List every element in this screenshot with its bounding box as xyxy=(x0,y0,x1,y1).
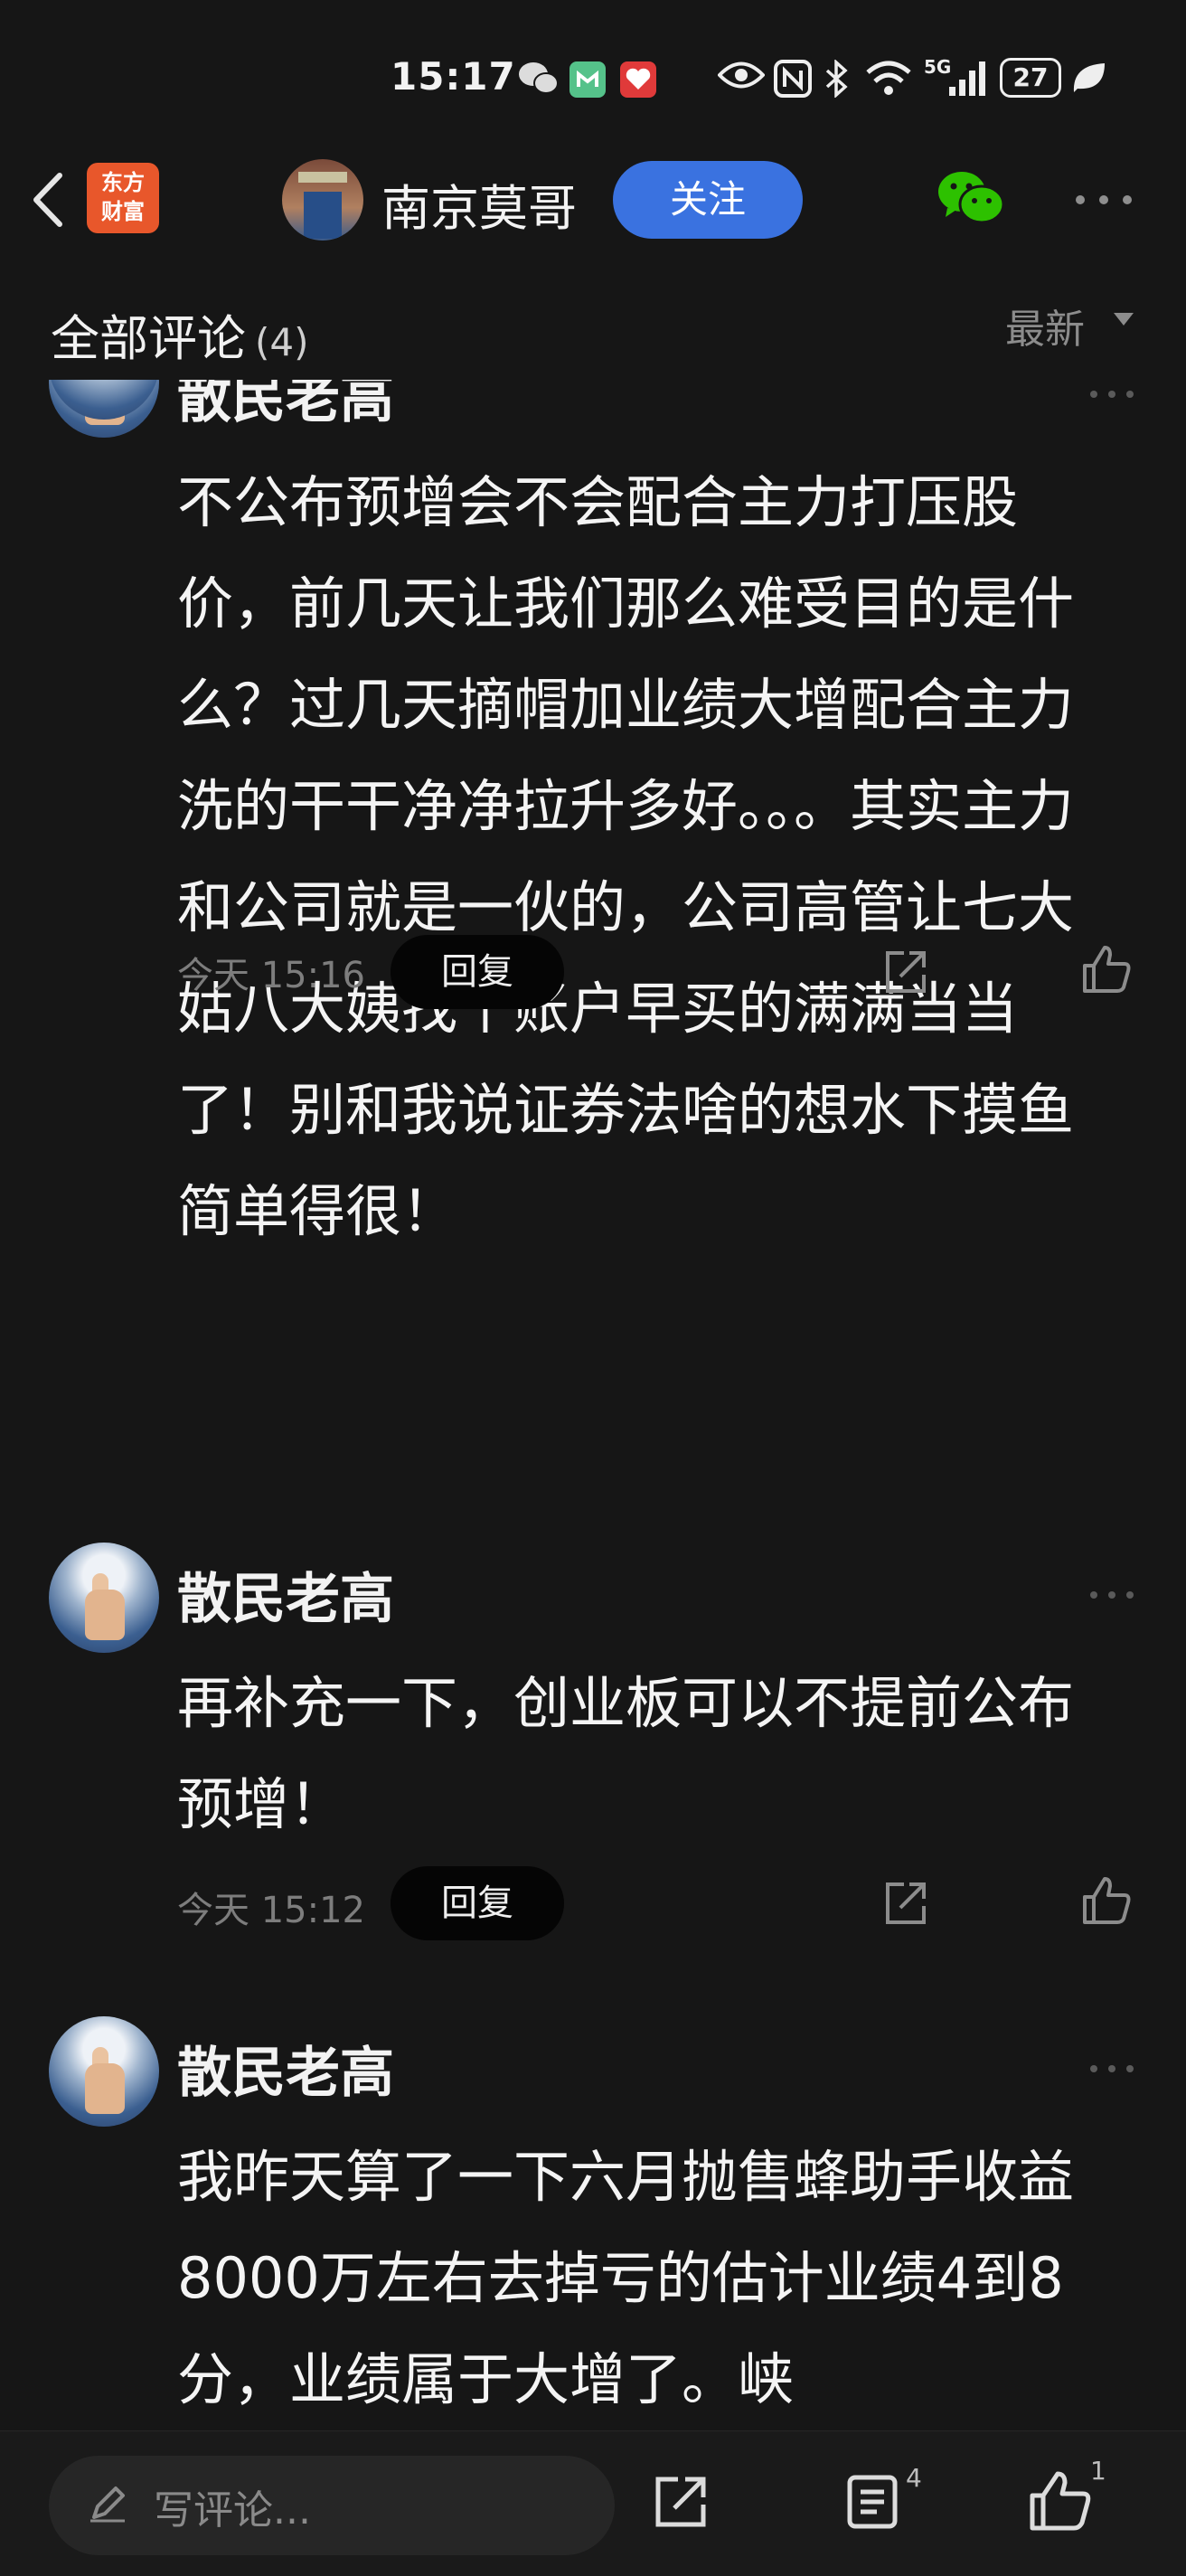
app-logo-line2: 财富 xyxy=(101,199,145,224)
comment1-head-visible xyxy=(49,380,230,420)
comment-input[interactable] xyxy=(49,2456,615,2555)
comments-list-icon[interactable] xyxy=(844,2472,904,2532)
share-icon[interactable] xyxy=(882,948,929,996)
nfc-icon xyxy=(774,60,812,98)
wechat-notification-icon xyxy=(519,62,559,94)
sort-dropdown-sticky[interactable]: 最新 xyxy=(1005,297,1085,354)
reply-button[interactable]: 回复 xyxy=(391,935,564,1009)
like-count-badge: 1 xyxy=(1090,2456,1106,2486)
bluetooth-icon xyxy=(825,60,848,98)
reply-button[interactable]: 回复 xyxy=(391,1866,564,1940)
comment-text: 不公布预增会不会配合主力打压股价，前几天让我们那么难受目的是什么？过几天摘帽加业… xyxy=(177,469,1075,1244)
pencil-icon xyxy=(90,2486,125,2523)
author-name[interactable]: 南京莫哥 xyxy=(381,168,577,240)
wifi-icon xyxy=(866,61,911,95)
commenter-name[interactable]: 散民老高 xyxy=(177,2029,394,2108)
comments-title-sticky: 全部评论 xyxy=(51,310,246,367)
commenter-avatar[interactable] xyxy=(49,1543,159,1653)
status-time: 15:17 xyxy=(391,54,516,99)
like-icon[interactable] xyxy=(1081,1875,1132,1926)
comment-more-icon[interactable] xyxy=(1088,1590,1135,1600)
comment-time: 今天 15:16 xyxy=(177,955,365,996)
comment-text: 我昨天算了一下六月抛售蜂助手收益8000万左右去掉亏的估计业绩4到8分，业绩属于… xyxy=(177,2144,1075,2412)
comment-item: 散民老高 不公布预增会不会配合主力打压股价，前几天让我们那么难受目的是什么？过几… xyxy=(0,380,1186,1465)
commenter-avatar[interactable] xyxy=(49,380,159,420)
wechat-share-icon[interactable] xyxy=(937,168,1005,228)
comment-more-icon[interactable] xyxy=(1088,2063,1135,2074)
commenter-name[interactable]: 散民老高 xyxy=(177,1555,394,1634)
battery-level: 27 xyxy=(1012,62,1049,92)
battery-indicator: 27 xyxy=(1000,58,1061,98)
author-avatar[interactable] xyxy=(282,159,363,241)
signal-icon xyxy=(949,61,985,96)
app-logo[interactable]: 东方 财富 xyxy=(87,163,159,233)
share-icon[interactable] xyxy=(882,1879,929,1928)
mi-home-icon xyxy=(569,61,606,98)
comments-count-sticky: (4) xyxy=(255,320,309,364)
eye-icon xyxy=(718,61,765,89)
like-icon[interactable] xyxy=(1027,2468,1092,2534)
heart-app-icon xyxy=(620,61,656,98)
comment-input-placeholder[interactable]: 写评论... xyxy=(154,2477,311,2535)
comment-text: 再补充一下，创业板可以不提前公布预增！ xyxy=(177,1670,1075,1837)
comment-item: 散民老高 再补充一下，创业板可以不提前公布预增！ 今天 15:12 回复 xyxy=(0,1543,1186,1958)
comment-more-icon[interactable] xyxy=(1088,389,1135,400)
status-bar: 15:17 5G 27 xyxy=(0,0,1186,154)
back-arrow-icon[interactable] xyxy=(25,168,71,231)
more-options-icon[interactable] xyxy=(1074,193,1134,206)
app-logo-line1: 东方 xyxy=(101,170,145,195)
comments-section-title-sticky: 全部评论 (4) xyxy=(51,298,309,370)
top-nav-bar xyxy=(0,145,1186,272)
share-icon[interactable] xyxy=(651,2472,711,2532)
comment-time: 今天 15:12 xyxy=(177,1890,365,1931)
commenter-avatar[interactable] xyxy=(49,2016,159,2127)
caret-down-icon[interactable] xyxy=(1114,313,1134,326)
comment-item: 散民老高 我昨天算了一下六月抛售蜂助手收益8000万左右去掉亏的估计业绩4到8分… xyxy=(0,2016,1186,2432)
like-icon[interactable] xyxy=(1081,944,1132,995)
follow-button[interactable]: 关注 xyxy=(613,161,803,239)
comment-count-badge: 4 xyxy=(906,2463,922,2493)
leaf-icon xyxy=(1073,63,1105,92)
